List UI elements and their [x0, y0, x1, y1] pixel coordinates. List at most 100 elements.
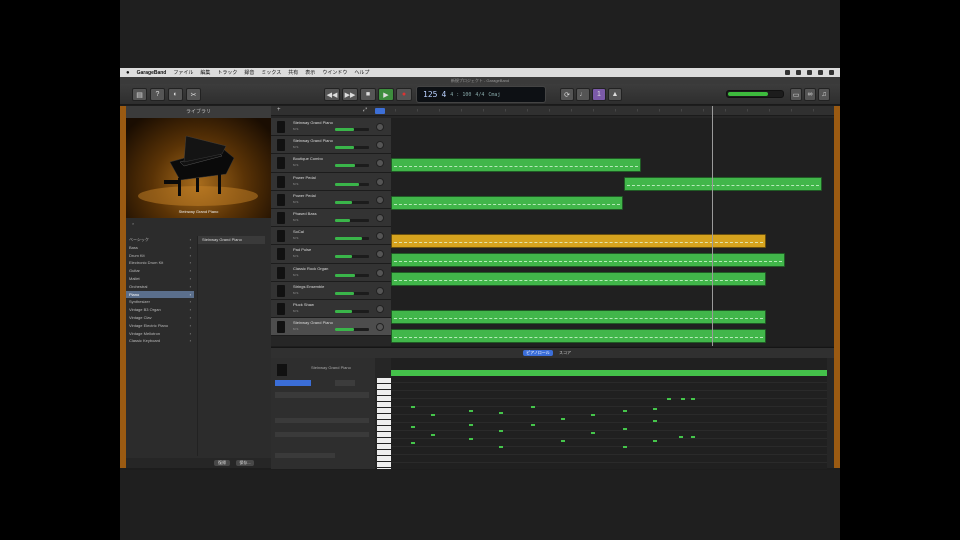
pan-knob[interactable]: [376, 304, 384, 313]
menu-view[interactable]: 表示: [305, 69, 315, 76]
midi-region[interactable]: [624, 177, 822, 191]
menu-track[interactable]: トラック: [217, 69, 237, 76]
mute-solo-buttons[interactable]: M S: [293, 163, 298, 167]
track-volume-slider[interactable]: [335, 164, 369, 168]
midi-note[interactable]: [469, 424, 473, 426]
track-volume-slider[interactable]: [335, 182, 369, 186]
midi-note[interactable]: [499, 412, 503, 414]
menu-file[interactable]: ファイル: [173, 69, 193, 76]
mute-solo-buttons[interactable]: M S: [293, 145, 298, 149]
status-icon[interactable]: [785, 70, 790, 75]
pan-knob[interactable]: [376, 232, 384, 241]
track-header[interactable]: Boutique Combo M S: [271, 154, 391, 173]
track-volume-slider[interactable]: [335, 291, 369, 295]
midi-region[interactable]: [391, 196, 623, 210]
battery-icon[interactable]: [807, 70, 812, 75]
mute-solo-buttons[interactable]: M S: [293, 273, 298, 277]
track-header[interactable]: Pluck Shaw M S: [271, 299, 391, 319]
menu-record[interactable]: 録音: [244, 69, 254, 76]
pan-knob[interactable]: [376, 286, 384, 295]
midi-note[interactable]: [679, 436, 683, 438]
track-volume-slider[interactable]: [335, 237, 369, 241]
menu-mix[interactable]: ミックス: [261, 69, 281, 76]
midi-note[interactable]: [561, 418, 565, 420]
track-lanes[interactable]: [391, 118, 834, 346]
library-category-item[interactable]: Bass ›: [126, 244, 194, 252]
mute-solo-buttons[interactable]: M S: [293, 200, 298, 204]
library-search[interactable]: ⌕: [126, 221, 271, 229]
track-volume-slider[interactable]: [335, 128, 369, 131]
editor-quantize-select[interactable]: [275, 418, 369, 423]
pan-knob[interactable]: [376, 213, 384, 222]
track-volume-slider[interactable]: [335, 218, 369, 222]
midi-region[interactable]: [391, 329, 766, 343]
library-category-item[interactable]: Vintage Mellotron ›: [126, 330, 194, 338]
mute-solo-buttons[interactable]: M S: [293, 236, 298, 240]
add-track-icon[interactable]: +: [277, 107, 281, 113]
track-volume-slider[interactable]: [335, 146, 369, 150]
spotlight-icon[interactable]: [818, 70, 823, 75]
apple-menu-icon[interactable]: ●: [126, 70, 130, 76]
editors-button[interactable]: ✂: [186, 88, 201, 101]
midi-note[interactable]: [431, 434, 435, 436]
library-category-item[interactable]: Classic Keyboard ›: [126, 337, 194, 345]
pan-knob[interactable]: [376, 323, 384, 332]
pan-knob[interactable]: [376, 159, 384, 168]
track-header[interactable]: Steinway Grand Piano M S: [271, 118, 391, 137]
mute-solo-buttons[interactable]: M S: [293, 254, 298, 258]
library-category-item[interactable]: Electronic Drum Kit ›: [126, 259, 194, 267]
library-category-item[interactable]: Vintage B3 Organ ›: [126, 306, 194, 314]
media-browser-button[interactable]: ♫: [818, 88, 830, 101]
midi-note[interactable]: [667, 398, 671, 400]
midi-note[interactable]: [431, 414, 435, 416]
mute-solo-buttons[interactable]: M S: [293, 309, 298, 313]
midi-note[interactable]: [411, 442, 415, 444]
track-header[interactable]: Phased Bass M S: [271, 208, 391, 228]
track-header[interactable]: Power Pedal M S: [271, 172, 391, 191]
notification-icon[interactable]: [829, 70, 834, 75]
pan-knob[interactable]: [376, 141, 384, 150]
midi-note[interactable]: [469, 438, 473, 440]
smart-controls-button[interactable]: ◐: [168, 88, 183, 101]
track-header[interactable]: Steinway Grand Piano M S: [271, 318, 391, 337]
track-volume-slider[interactable]: [335, 255, 369, 259]
library-category-item[interactable]: ベーシック ›: [126, 236, 194, 244]
editor-transpose-field[interactable]: [275, 453, 335, 458]
midi-note[interactable]: [499, 446, 503, 448]
track-header[interactable]: SoCal M S: [271, 227, 391, 246]
tab-piano-roll[interactable]: ピアノロール: [523, 350, 553, 356]
loop-browser-button[interactable]: ∞: [804, 88, 816, 101]
track-header[interactable]: Pad Pulse M S: [271, 245, 391, 264]
piano-keyboard[interactable]: [377, 378, 391, 469]
library-category-item[interactable]: Mallet ›: [126, 275, 194, 283]
editor-region-name-field[interactable]: [275, 392, 369, 398]
editor-strength-slider[interactable]: [275, 432, 369, 437]
mute-solo-buttons[interactable]: M S: [293, 182, 298, 186]
editor-notes-button[interactable]: [335, 380, 355, 386]
mute-solo-buttons[interactable]: M S: [293, 218, 298, 222]
menu-help[interactable]: ヘルプ: [354, 69, 369, 76]
library-button[interactable]: ▤: [132, 88, 147, 101]
menu-edit[interactable]: 編集: [200, 69, 210, 76]
midi-region[interactable]: [391, 158, 641, 172]
menu-window[interactable]: ウインドウ: [322, 69, 347, 76]
rewind-button[interactable]: ◀◀: [324, 88, 340, 101]
track-header[interactable]: Steinway Grand Piano M S: [271, 136, 391, 155]
wifi-icon[interactable]: [796, 70, 801, 75]
record-button[interactable]: ●: [396, 88, 412, 101]
midi-note[interactable]: [531, 424, 535, 426]
mute-solo-buttons[interactable]: M S: [293, 291, 298, 295]
track-header[interactable]: Classic Rock Organ M S: [271, 263, 391, 282]
midi-note[interactable]: [591, 432, 595, 434]
editor-region-bar[interactable]: [391, 370, 827, 376]
midi-note[interactable]: [411, 406, 415, 408]
lcd-display[interactable]: 125 4 4 : 100 4/4 Cmaj: [416, 86, 546, 103]
library-category-item[interactable]: Synthesizer ›: [126, 298, 194, 306]
pan-knob[interactable]: [376, 250, 384, 259]
track-volume-slider[interactable]: [335, 328, 369, 332]
help-button[interactable]: ?: [150, 88, 165, 101]
mute-solo-buttons[interactable]: M S: [293, 127, 298, 131]
notepad-button[interactable]: ▭: [790, 88, 802, 101]
cycle-button[interactable]: ⟳: [560, 88, 574, 101]
track-volume-slider[interactable]: [335, 273, 369, 277]
